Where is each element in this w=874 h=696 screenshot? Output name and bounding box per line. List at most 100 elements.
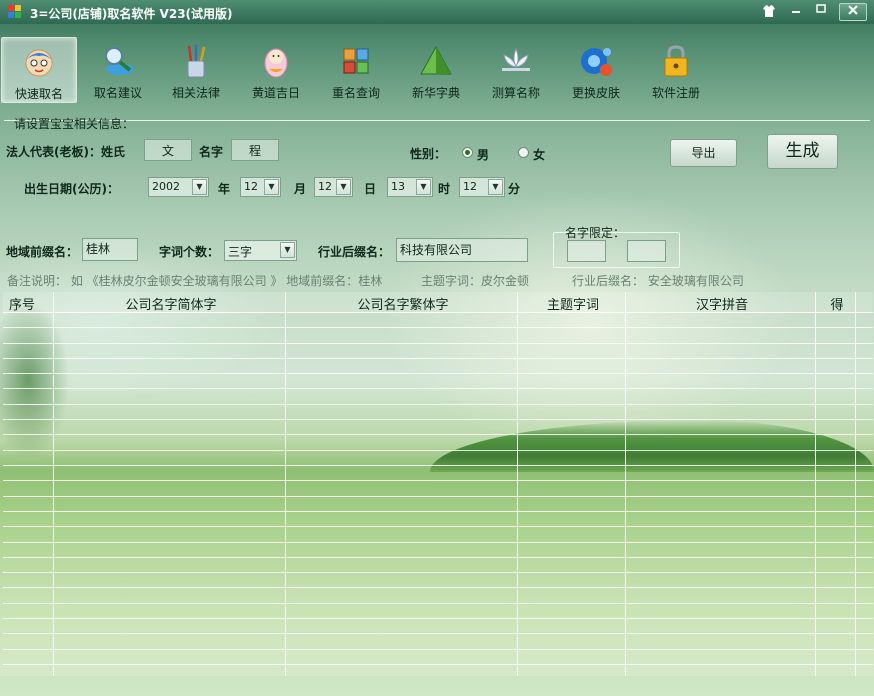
table-row[interactable] [3, 373, 873, 374]
chevron-down-icon[interactable]: ▼ [264, 179, 279, 195]
table-row[interactable] [3, 388, 873, 389]
table-row[interactable] [3, 465, 873, 466]
tab-xinhua-dictionary[interactable]: 新华字典 [399, 37, 473, 101]
table-header: 序号 公司名字简体字 公司名字繁体字 主题字词 汉字拼音 得 [3, 292, 873, 313]
column-header-index[interactable]: 序号 [9, 294, 35, 313]
table-row[interactable] [3, 542, 873, 543]
table-row[interactable] [3, 480, 873, 481]
word-count-select[interactable]: 三字 ▼ [224, 240, 297, 261]
chevron-down-icon[interactable]: ▼ [336, 179, 351, 195]
column-header-simplified[interactable]: 公司名字简体字 [55, 294, 287, 313]
table-row[interactable] [3, 312, 873, 313]
birth-date-label: 出生日期(公历)： [24, 182, 119, 196]
tool-label: 软件注册 [651, 86, 700, 100]
given-name-input[interactable]: 程 [231, 139, 279, 161]
table-row[interactable] [3, 404, 873, 405]
column-header-pinyin[interactable]: 汉字拼音 [627, 294, 817, 313]
table-row[interactable] [3, 496, 873, 497]
column-header-theme[interactable]: 主题字词 [519, 294, 627, 313]
tool-label: 重名查询 [331, 86, 380, 100]
table-row[interactable] [3, 649, 873, 650]
day-select[interactable]: 12 ▼ [314, 177, 353, 197]
surname-input[interactable]: 文 [144, 139, 192, 161]
minute-unit: 分 [508, 182, 521, 196]
table-row[interactable] [3, 526, 873, 527]
main-toolbar: 快速取名 取名建议 相关法律 黄道吉日 重名查询 新华字典 测算名称 更换皮肤 … [0, 37, 874, 103]
app-icon [8, 5, 22, 19]
gender-female-label: 女 [533, 148, 546, 162]
close-button[interactable] [839, 3, 867, 21]
gender-male-label: 男 [477, 148, 490, 162]
note-theme: 主题字词：皮尔金顿 [421, 274, 530, 288]
month-select[interactable]: 12 ▼ [240, 177, 281, 197]
tool-label: 取名建议 [93, 86, 142, 100]
note-industry: 行业后缀名： 安全玻璃有限公司 [572, 274, 744, 288]
table-row[interactable] [3, 327, 873, 328]
month-value: 12 [244, 180, 258, 193]
generate-button[interactable]: 生成 [767, 134, 838, 169]
year-select[interactable]: 2002 ▼ [148, 177, 209, 197]
magnifier-icon [105, 47, 134, 75]
table-row[interactable] [3, 618, 873, 619]
table-row[interactable] [3, 419, 873, 420]
chevron-down-icon[interactable]: ▼ [488, 179, 503, 195]
column-header-traditional[interactable]: 公司名字繁体字 [287, 294, 519, 313]
table-row[interactable] [3, 450, 873, 451]
tab-quick-naming[interactable]: 快速取名 [1, 37, 77, 103]
table-row[interactable] [3, 358, 873, 359]
table-row[interactable] [3, 587, 873, 588]
tool-label: 快速取名 [14, 87, 63, 101]
minimize-button[interactable] [786, 3, 806, 19]
tab-software-register[interactable]: 软件注册 [639, 37, 713, 101]
region-label: 地域前缀名： [6, 245, 79, 259]
tab-name-calculation[interactable]: 测算名称 [479, 37, 553, 101]
tool-label: 新华字典 [411, 86, 460, 100]
table-row[interactable] [3, 603, 873, 604]
table-row[interactable] [3, 664, 873, 665]
table-row[interactable] [3, 572, 873, 573]
table-row[interactable] [3, 343, 873, 344]
padlock-icon [664, 45, 688, 77]
minute-value: 12 [463, 180, 477, 193]
export-button[interactable]: 导出 [670, 139, 737, 167]
chevron-down-icon[interactable]: ▼ [280, 242, 295, 258]
skin-shirt-icon[interactable] [759, 3, 779, 19]
name-limit-input-2[interactable] [627, 240, 666, 262]
bubbles-icon [581, 48, 612, 76]
title-bar[interactable]: 3=公司(店铺)取名软件 V23(试用版) [0, 0, 874, 24]
day-unit: 日 [364, 182, 377, 196]
tab-change-skin[interactable]: 更换皮肤 [559, 37, 633, 101]
region-input[interactable]: 桂林 [82, 238, 138, 261]
year-value: 2002 [152, 180, 180, 193]
hour-unit: 时 [438, 182, 451, 196]
tab-naming-suggestion[interactable]: 取名建议 [81, 37, 155, 101]
window-title: 3=公司(店铺)取名软件 V23(试用版) [30, 7, 233, 21]
name-limit-label: 名字限定： [565, 226, 626, 240]
industry-input[interactable]: 科技有限公司 [396, 238, 528, 262]
column-header-score[interactable]: 得 [817, 294, 857, 313]
table-row[interactable] [3, 633, 873, 634]
word-count-value: 三字 [228, 245, 253, 259]
baby-doll-icon [264, 48, 288, 78]
chevron-down-icon[interactable]: ▼ [192, 179, 207, 195]
tab-related-law[interactable]: 相关法律 [159, 37, 233, 101]
lotus-icon [502, 47, 530, 71]
tab-duplicate-check[interactable]: 重名查询 [319, 37, 393, 101]
table-row[interactable] [3, 434, 873, 435]
minute-select[interactable]: 12 ▼ [459, 177, 505, 197]
chevron-down-icon[interactable]: ▼ [416, 179, 431, 195]
hour-select[interactable]: 13 ▼ [387, 177, 433, 197]
table-row[interactable] [3, 557, 873, 558]
tab-lucky-day[interactable]: 黄道吉日 [239, 37, 313, 101]
results-table[interactable]: 序号 公司名字简体字 公司名字繁体字 主题字词 汉字拼音 得 [3, 292, 873, 676]
gender-female-radio[interactable] [518, 147, 529, 158]
maximize-button[interactable] [811, 3, 831, 19]
tool-label: 相关法律 [171, 86, 220, 100]
name-limit-input-1[interactable] [567, 240, 606, 262]
gender-male-radio[interactable] [462, 147, 473, 158]
pens-icon [187, 45, 206, 78]
tool-label: 测算名称 [491, 86, 540, 100]
baby-face-icon [25, 49, 53, 77]
table-row[interactable] [3, 511, 873, 512]
hour-value: 13 [391, 180, 405, 193]
